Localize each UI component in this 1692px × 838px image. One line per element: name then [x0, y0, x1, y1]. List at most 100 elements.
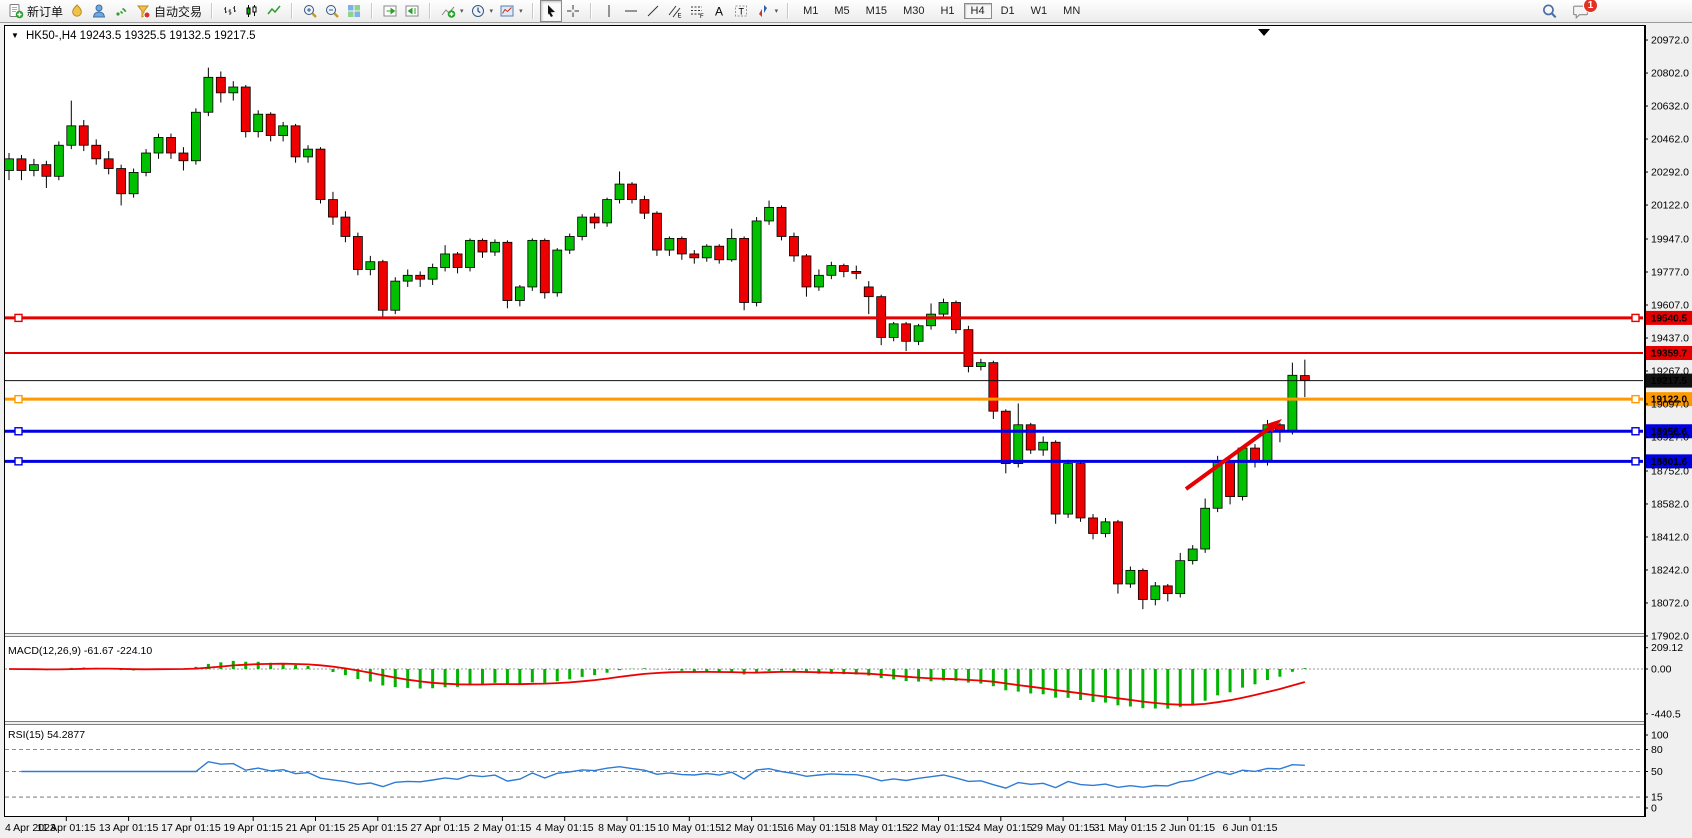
date-axis-label: 6 Jun 01:15	[1223, 822, 1278, 834]
chart-shift-icon	[404, 3, 420, 19]
candle	[528, 238, 537, 290]
chart-shift-button[interactable]	[401, 0, 423, 22]
vertical-line-icon	[601, 3, 617, 19]
date-axis-label: 27 Apr 01:15	[410, 822, 470, 834]
notification-badge: 1	[1583, 0, 1598, 13]
trendline-icon	[645, 3, 661, 19]
timeframe-button-mn[interactable]: MN	[1056, 3, 1087, 19]
price-axis-tick: 19947.0	[1651, 234, 1689, 246]
auto-trading-button[interactable]: 自动交易	[132, 0, 205, 22]
new-order-button[interactable]: 新订单	[5, 0, 66, 22]
main-toolbar: 新订单 自动交易	[0, 0, 1692, 23]
trendline-button[interactable]	[642, 0, 664, 22]
timeframe-button-h4[interactable]: H4	[964, 3, 992, 19]
profile-button[interactable]	[88, 0, 110, 22]
timeframe-button-m5[interactable]: M5	[827, 3, 856, 19]
signals-button[interactable]	[110, 0, 132, 22]
notifications-button[interactable]: 1	[1569, 0, 1592, 22]
search-button[interactable]	[1538, 0, 1561, 22]
timeframe-button-m15[interactable]: M15	[859, 3, 894, 19]
chart-title: HK50-,H4 19243.5 19325.5 19132.5 19217.5	[26, 30, 256, 42]
chart-collapse-icon[interactable]: ▼	[11, 31, 19, 40]
timeframe-button-h1[interactable]: H1	[933, 3, 961, 19]
line-anchor-handle[interactable]	[1632, 314, 1639, 321]
line-anchor-handle[interactable]	[15, 396, 22, 403]
date-axis-label: 24 May 01:15	[969, 822, 1033, 834]
price-axis-tick: 20462.0	[1651, 134, 1689, 146]
crosshair-button[interactable]	[562, 0, 584, 22]
tile-windows-button[interactable]	[343, 0, 365, 22]
profile-icon	[91, 3, 107, 19]
candle	[378, 260, 387, 317]
fibonacci-button[interactable]: F	[686, 0, 708, 22]
toolbar-separator	[429, 3, 431, 19]
price-axis-tick: 20802.0	[1651, 68, 1689, 80]
chevron-down-icon[interactable]: ▾	[775, 7, 779, 15]
line-anchor-handle[interactable]	[15, 314, 22, 321]
candle	[1076, 462, 1085, 522]
chevron-down-icon[interactable]: ▾	[490, 7, 494, 15]
chart-canvas[interactable]: 19540.519359.719217.519122.018956.618801…	[0, 23, 1692, 838]
candle	[142, 149, 151, 176]
svg-text:T: T	[738, 7, 744, 17]
zoom-out-button[interactable]	[321, 0, 343, 22]
line-anchor-handle[interactable]	[1632, 428, 1639, 435]
candle	[129, 169, 138, 198]
price-axis-tick: 18412.0	[1651, 531, 1689, 543]
crosshair-icon	[565, 3, 581, 19]
price-line-tag-label: 19359.7	[1651, 349, 1688, 360]
equidistant-channel-button[interactable]: E	[664, 0, 686, 22]
line-anchor-handle[interactable]	[15, 428, 22, 435]
periods-button[interactable]: ▾	[467, 0, 497, 22]
accounts-button[interactable]	[66, 0, 88, 22]
bar-chart-mode-button[interactable]	[219, 0, 241, 22]
line-anchor-handle[interactable]	[15, 458, 22, 465]
date-axis-label: 25 Apr 01:15	[348, 822, 408, 834]
timeframe-button-d1[interactable]: D1	[994, 3, 1022, 19]
line-chart-mode-button[interactable]	[263, 0, 285, 22]
arrows-tool-icon	[755, 3, 771, 19]
zoom-out-icon	[324, 3, 340, 19]
date-axis-label: 16 May 01:15	[782, 822, 846, 834]
candle	[964, 326, 973, 373]
price-axis-tick: 17902.0	[1651, 630, 1689, 642]
timeframe-button-m30[interactable]: M30	[896, 3, 931, 19]
date-axis-label: 29 May 01:15	[1031, 822, 1095, 834]
timeframe-button-w1[interactable]: W1	[1024, 3, 1055, 19]
chevron-down-icon[interactable]: ▾	[519, 7, 523, 15]
arrows-tool-button[interactable]: ▾	[752, 0, 782, 22]
text-button[interactable]: A	[708, 0, 730, 22]
templates-button[interactable]: ▾	[496, 0, 526, 22]
auto-trading-icon	[135, 3, 151, 19]
fibonacci-icon: F	[689, 3, 705, 19]
scroll-group	[376, 0, 426, 22]
indicator-group: ▾ ▾ ▾	[434, 0, 529, 22]
chart-background	[4, 25, 1646, 817]
toolbar-separator	[590, 3, 592, 19]
text-label-button[interactable]: T	[730, 0, 752, 22]
add-indicator-button[interactable]: ▾	[437, 0, 467, 22]
accounts-icon	[69, 3, 85, 19]
text-icon: A	[711, 3, 727, 19]
line-anchor-handle[interactable]	[1632, 396, 1639, 403]
horizontal-line-button[interactable]	[620, 0, 642, 22]
auto-scroll-button[interactable]	[379, 0, 401, 22]
line-anchor-handle[interactable]	[1632, 458, 1639, 465]
zoom-in-button[interactable]	[299, 0, 321, 22]
candle	[503, 240, 512, 308]
cursor-button[interactable]	[540, 0, 562, 22]
date-axis-label: 4 May 01:15	[536, 822, 594, 834]
auto-scroll-icon	[382, 3, 398, 19]
candlestick-mode-button[interactable]	[241, 0, 263, 22]
candle	[989, 361, 998, 419]
rsi-axis-tick: 100	[1651, 730, 1669, 742]
candle	[191, 108, 200, 164]
vertical-line-button[interactable]	[598, 0, 620, 22]
date-axis-label: 19 Apr 01:15	[223, 822, 283, 834]
candle	[877, 295, 886, 345]
trade-group: 新订单 自动交易	[2, 0, 208, 22]
candle	[466, 238, 475, 271]
chevron-down-icon[interactable]: ▾	[460, 7, 464, 15]
timeframe-button-m1[interactable]: M1	[796, 3, 825, 19]
toolbar-separator	[211, 3, 213, 19]
